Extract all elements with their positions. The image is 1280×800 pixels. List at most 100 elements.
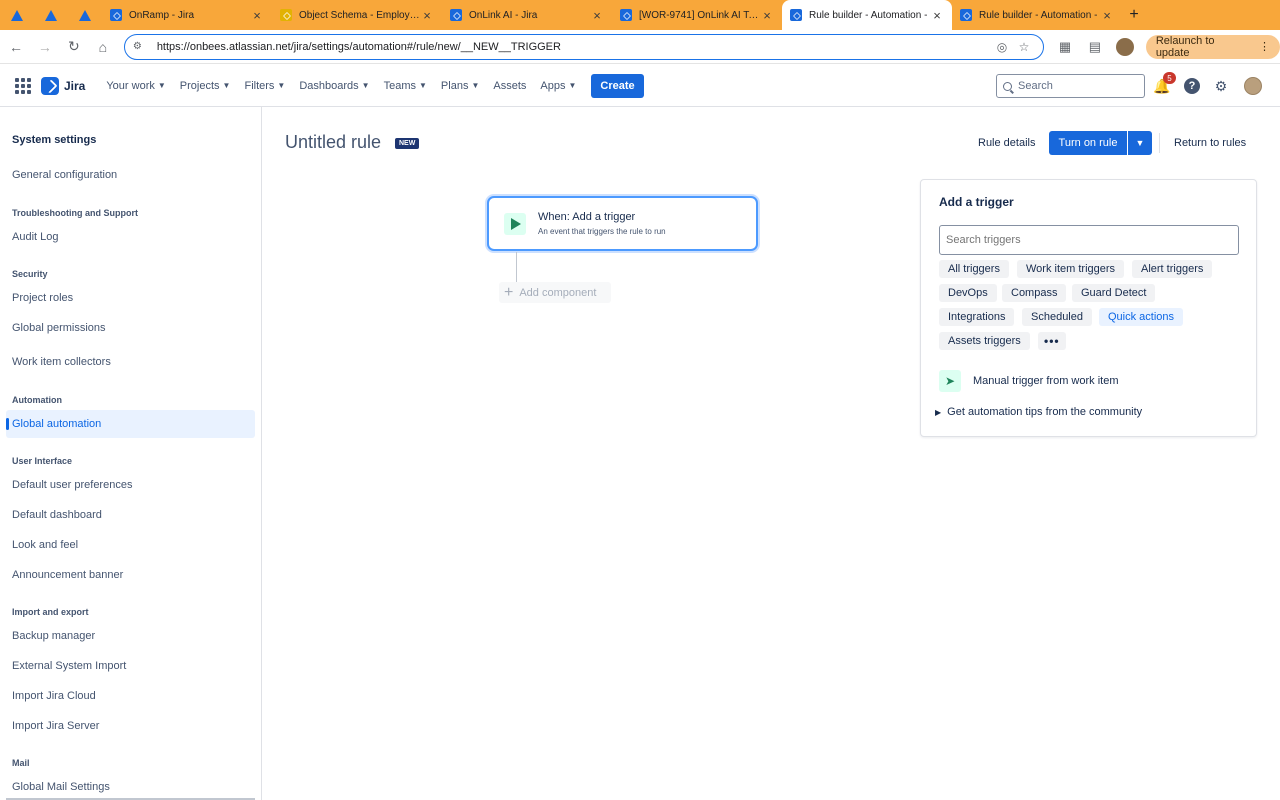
chevron-right-icon: ▶ bbox=[935, 407, 942, 417]
pinned-tab[interactable] bbox=[68, 0, 102, 30]
sidebar-item-label: Project roles bbox=[12, 292, 74, 304]
close-icon[interactable]: × bbox=[250, 8, 264, 23]
user-avatar[interactable] bbox=[1244, 77, 1262, 95]
sidebar-item-backup-manager[interactable]: Backup manager bbox=[6, 622, 255, 650]
close-icon[interactable]: × bbox=[1100, 8, 1114, 23]
nav-menu-filters[interactable]: Filters ▼ bbox=[237, 80, 292, 92]
app-switcher-icon[interactable] bbox=[15, 77, 31, 94]
sidebar-item-project-roles[interactable]: Project roles bbox=[6, 284, 255, 312]
nav-menu-label: Teams bbox=[383, 79, 416, 92]
add-component-button[interactable]: + Add component bbox=[499, 282, 611, 303]
star-icon[interactable]: ☆ bbox=[1013, 40, 1035, 54]
sidebar-item-import-jira-server[interactable]: Import Jira Server bbox=[6, 712, 255, 740]
trigger-category-all-triggers[interactable]: All triggers bbox=[939, 260, 1009, 278]
search-input[interactable]: Search bbox=[996, 74, 1145, 98]
sidebar-item-look-and-feel[interactable]: Look and feel bbox=[6, 531, 255, 559]
trigger-category-devops[interactable]: DevOps bbox=[939, 284, 997, 302]
trigger-category-assets-triggers[interactable]: Assets triggers bbox=[939, 332, 1030, 350]
trigger-category-compass[interactable]: Compass bbox=[1002, 284, 1067, 302]
close-icon[interactable]: × bbox=[420, 8, 434, 23]
browser-tab[interactable]: Rule builder - Automation - × bbox=[952, 0, 1122, 30]
trigger-category-quick-actions[interactable]: Quick actions bbox=[1099, 308, 1184, 326]
sidebar-item-default-dashboard[interactable]: Default dashboard bbox=[6, 501, 255, 529]
close-icon[interactable]: × bbox=[590, 8, 604, 23]
nav-menu-assets[interactable]: Assets bbox=[486, 80, 533, 92]
tab-title: OnLink AI - Jira bbox=[469, 9, 538, 21]
rule-details-button[interactable]: Rule details bbox=[971, 131, 1042, 155]
browser-tab[interactable]: OnRamp - Jira × bbox=[102, 0, 272, 30]
turn-on-rule-button[interactable]: Turn on rule bbox=[1049, 131, 1127, 155]
nav-menu-your-work[interactable]: Your work ▼ bbox=[99, 80, 172, 92]
reading-list-icon[interactable]: ▤ bbox=[1080, 34, 1110, 60]
pinned-tab[interactable] bbox=[0, 0, 34, 30]
rule-title[interactable]: Untitled rule bbox=[285, 132, 381, 153]
sidebar-item-announcement-banner[interactable]: Announcement banner bbox=[6, 561, 255, 589]
url-text[interactable]: https://onbees.atlassian.net/jira/settin… bbox=[157, 41, 991, 53]
browser-tab[interactable]: Object Schema - Employee × bbox=[272, 0, 442, 30]
settings-gear-icon[interactable]: ⚙ bbox=[1211, 76, 1231, 96]
automation-tips-toggle[interactable]: ▶ Get automation tips from the community bbox=[935, 406, 1142, 418]
cursor-click-icon: ➤ bbox=[939, 370, 961, 392]
chevron-down-icon: ▼ bbox=[277, 81, 286, 90]
extensions-icon[interactable]: ▦ bbox=[1050, 34, 1080, 60]
sidebar-item-import-jira-cloud[interactable]: Import Jira Cloud bbox=[6, 682, 255, 710]
create-button[interactable]: Create bbox=[591, 73, 644, 98]
atlassian-icon bbox=[11, 9, 23, 21]
turn-on-dropdown-button[interactable]: ▼ bbox=[1128, 131, 1152, 155]
nav-menu-dashboards[interactable]: Dashboards ▼ bbox=[292, 80, 376, 92]
help-icon[interactable]: ? bbox=[1182, 76, 1202, 96]
sidebar-section-heading: Mail bbox=[12, 758, 30, 768]
nav-menu-plans[interactable]: Plans ▼ bbox=[434, 80, 486, 92]
eye-off-icon[interactable]: ◎ bbox=[991, 40, 1013, 54]
trigger-card[interactable]: When: Add a trigger An event that trigge… bbox=[487, 196, 758, 251]
nav-menu-label: Filters bbox=[244, 79, 275, 92]
reload-button[interactable]: ↻ bbox=[61, 34, 87, 60]
browser-tab[interactable]: OnLink AI - Jira × bbox=[442, 0, 612, 30]
return-to-rules-button[interactable]: Return to rules bbox=[1167, 131, 1253, 155]
sidebar-item-global-permissions[interactable]: Global permissions bbox=[6, 314, 255, 342]
trigger-category-alert-triggers[interactable]: Alert triggers bbox=[1132, 260, 1213, 278]
sidebar-item-global-automation[interactable]: Global automation bbox=[6, 410, 255, 438]
connector-line bbox=[516, 252, 517, 284]
chevron-down-icon: ▼ bbox=[361, 81, 370, 90]
browser-tab[interactable]: [WOR-9741] OnLink AI Test × bbox=[612, 0, 782, 30]
jira-icon bbox=[790, 9, 802, 21]
home-button[interactable]: ⌂ bbox=[90, 34, 116, 60]
relaunch-button[interactable]: Relaunch to update ⋮ bbox=[1145, 34, 1280, 59]
sidebar-item-label: Default dashboard bbox=[12, 509, 102, 521]
sidebar-item-audit-log[interactable]: Audit Log bbox=[6, 223, 255, 251]
sidebar-item-work-item-collectors[interactable]: Work item collectors bbox=[6, 348, 255, 376]
nav-menu-apps[interactable]: Apps ▼ bbox=[533, 80, 583, 92]
pinned-tab[interactable] bbox=[34, 0, 68, 30]
nav-menu-label: Dashboards bbox=[299, 79, 359, 92]
sidebar-item-external-system-import[interactable]: External System Import bbox=[6, 652, 255, 680]
sidebar-item-general-configuration[interactable]: General configuration bbox=[6, 161, 255, 189]
sidebar-item-default-user-preferences[interactable]: Default user preferences bbox=[6, 471, 255, 499]
search-triggers-input[interactable] bbox=[939, 225, 1239, 255]
back-button[interactable]: ← bbox=[3, 34, 29, 60]
relaunch-label: Relaunch to update bbox=[1155, 34, 1215, 59]
close-icon[interactable]: × bbox=[930, 8, 944, 23]
jira-logo[interactable]: Jira bbox=[41, 76, 85, 95]
trigger-category-work-item-triggers[interactable]: Work item triggers bbox=[1017, 260, 1125, 278]
forward-button[interactable]: → bbox=[32, 34, 58, 60]
sidebar-title: System settings bbox=[12, 134, 97, 146]
close-icon[interactable]: × bbox=[760, 8, 774, 23]
trigger-result-item[interactable]: ➤ Manual trigger from work item bbox=[939, 370, 1119, 392]
trigger-result-label: Manual trigger from work item bbox=[973, 375, 1119, 387]
site-info-icon[interactable]: ⚙ bbox=[133, 41, 149, 52]
sidebar-item-label: Default user preferences bbox=[12, 479, 133, 491]
profile-avatar[interactable] bbox=[1110, 34, 1140, 60]
sidebar-item-label: Announcement banner bbox=[12, 569, 124, 581]
new-tab-button[interactable]: + bbox=[1122, 6, 1146, 24]
nav-menu-teams[interactable]: Teams ▼ bbox=[377, 80, 434, 92]
trigger-category-integrations[interactable]: Integrations bbox=[939, 308, 1015, 326]
assets-icon bbox=[280, 9, 292, 21]
nav-menu-projects[interactable]: Projects ▼ bbox=[173, 80, 238, 92]
more-categories-icon[interactable]: ••• bbox=[1038, 332, 1066, 350]
trigger-category-scheduled[interactable]: Scheduled bbox=[1022, 308, 1092, 326]
browser-tab[interactable]: Rule builder - Automation - × bbox=[782, 0, 952, 30]
trigger-category-guard-detect[interactable]: Guard Detect bbox=[1072, 284, 1156, 302]
sidebar-item-global-mail-settings[interactable]: Global Mail Settings bbox=[6, 773, 255, 800]
address-bar[interactable]: ⚙ https://onbees.atlassian.net/jira/sett… bbox=[123, 33, 1044, 60]
